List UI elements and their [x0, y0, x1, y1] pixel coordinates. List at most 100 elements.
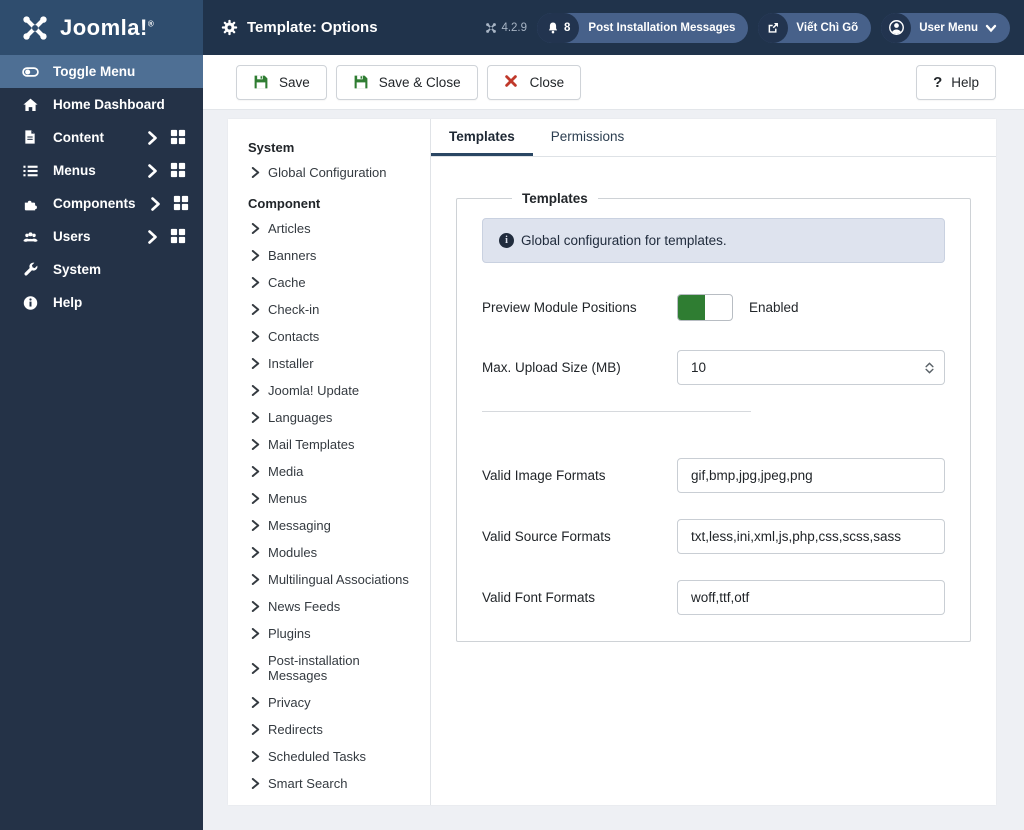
save-button[interactable]: Save — [236, 64, 327, 100]
home-icon — [22, 96, 39, 113]
sidebar-item-toggle-menu[interactable]: Toggle Menu — [0, 55, 203, 88]
tree-item[interactable]: Languages — [246, 407, 418, 428]
valid-font-formats-input[interactable] — [677, 580, 945, 615]
tab-templates[interactable]: Templates — [431, 119, 533, 156]
tree-item[interactable]: Modules — [246, 542, 418, 563]
options-tree: System Global Configuration Component Ar… — [228, 119, 431, 805]
tree-item[interactable]: Privacy — [246, 692, 418, 713]
tree-component-list: Articles Banners Cache Check-in Contacts… — [248, 218, 418, 805]
tree-item[interactable]: Check-in — [246, 299, 418, 320]
tree-item[interactable]: Installer — [246, 353, 418, 374]
tree-item-label: Redirects — [268, 722, 323, 737]
tree-item[interactable]: Plugins — [246, 623, 418, 644]
frontend-preview-button[interactable]: Viết Chì Gõ — [758, 12, 872, 43]
chevron-right-icon[interactable] — [147, 229, 158, 244]
tree-item-label: Contacts — [268, 329, 320, 344]
external-link-icon — [758, 12, 789, 43]
save-close-button[interactable]: Save & Close — [335, 64, 478, 100]
tree-item-label: Mail Templates — [268, 437, 355, 452]
chevron-right-icon — [251, 778, 260, 789]
tree-item[interactable]: Global Configuration — [246, 162, 418, 183]
sidebar-item-users[interactable]: Users — [0, 220, 203, 253]
post-installation-messages-button[interactable]: 8 Post Installation Messages — [537, 12, 749, 43]
tree-item-label: Smart Search — [268, 776, 348, 791]
valid-font-formats-label: Valid Font Formats — [482, 590, 596, 605]
brand-block: Joomla!® — [0, 0, 203, 55]
tree-item[interactable]: Tags — [246, 800, 418, 805]
tree-item-label: Languages — [268, 410, 333, 425]
tree-item[interactable]: Contacts — [246, 326, 418, 347]
tree-item[interactable]: Joomla! Update — [246, 380, 418, 401]
tree-item[interactable]: Redirects — [246, 719, 418, 740]
close-button[interactable]: Close — [486, 64, 582, 100]
tree-item[interactable]: Messaging — [246, 515, 418, 536]
tab-permissions[interactable]: Permissions — [533, 119, 643, 156]
floppy-disk-icon — [353, 74, 370, 91]
tree-item[interactable]: Menus — [246, 488, 418, 509]
sidebar-item-label: Users — [53, 229, 91, 244]
sidebar-item-label: System — [53, 262, 102, 277]
chevron-right-icon[interactable] — [147, 130, 158, 145]
chevron-right-icon — [251, 250, 260, 261]
tree-item[interactable]: Mail Templates — [246, 434, 418, 455]
top-bar: Joomla!® Template: Options 4.2.9 8 Post … — [0, 0, 1024, 55]
main-area: Save Save & Close Close ? Help System Gl… — [203, 55, 1024, 830]
max-upload-size-label: Max. Upload Size (MB) — [482, 360, 621, 375]
tree-item[interactable]: Smart Search — [246, 773, 418, 794]
chevron-right-icon — [251, 662, 260, 674]
sidebar-item-menus[interactable]: Menus — [0, 154, 203, 187]
number-spinner-icon[interactable] — [925, 362, 934, 373]
toggle-state-text: Enabled — [749, 299, 799, 315]
user-menu-button[interactable]: User Menu — [881, 12, 1010, 43]
tree-item-label: Post-installation Messages — [268, 653, 360, 683]
tree-item[interactable]: Banners — [246, 245, 418, 266]
valid-image-formats-input[interactable] — [677, 458, 945, 493]
dashboard-grid-icon[interactable] — [170, 228, 187, 245]
users-icon — [22, 228, 39, 245]
chevron-right-icon — [251, 331, 260, 342]
tree-group-component: Component — [248, 196, 321, 211]
wrench-icon — [22, 261, 39, 278]
chevron-down-icon — [985, 22, 997, 34]
info-alert-text: Global configuration for templates. — [521, 233, 727, 248]
dashboard-grid-icon[interactable] — [170, 162, 187, 179]
tree-item-label: News Feeds — [268, 599, 341, 614]
joomla-mini-icon — [485, 22, 497, 34]
sidebar-item-components[interactable]: Components — [0, 187, 203, 220]
tree-item[interactable]: Multilingual Associations — [246, 569, 418, 590]
file-icon — [22, 129, 39, 146]
tree-item[interactable]: Cache — [246, 272, 418, 293]
tree-item-label: Multilingual Associations — [268, 572, 409, 587]
tree-item-label: Privacy — [268, 695, 311, 710]
tree-item[interactable]: Scheduled Tasks — [246, 746, 418, 767]
chevron-right-icon — [251, 697, 260, 708]
tree-item[interactable]: News Feeds — [246, 596, 418, 617]
question-mark-icon: ? — [933, 73, 943, 91]
chevron-right-icon — [251, 223, 260, 234]
dashboard-grid-icon[interactable] — [173, 195, 190, 212]
joomla-version: 4.2.9 — [485, 22, 527, 34]
chevron-right-icon — [251, 466, 260, 477]
chevron-right-icon[interactable] — [150, 196, 161, 211]
tree-item[interactable]: Post-installation Messages — [246, 650, 418, 686]
dashboard-grid-icon[interactable] — [170, 129, 187, 146]
chevron-right-icon — [251, 358, 260, 369]
help-button[interactable]: ? Help — [916, 64, 996, 100]
tree-item-label: Banners — [268, 248, 317, 263]
sidebar-item-system[interactable]: System — [0, 253, 203, 286]
tree-item-label: Media — [268, 464, 304, 479]
tree-item[interactable]: Media — [246, 461, 418, 482]
max-upload-size-input[interactable] — [677, 350, 945, 385]
sidebar-item-home-dashboard[interactable]: Home Dashboard — [0, 88, 203, 121]
chevron-right-icon — [251, 167, 260, 178]
tree-item-label: Cache — [268, 275, 306, 290]
messages-count: 8 — [564, 21, 571, 34]
sidebar-item-content[interactable]: Content — [0, 121, 203, 154]
preview-module-positions-toggle[interactable] — [677, 293, 733, 321]
chevron-right-icon[interactable] — [147, 163, 158, 178]
sidebar-item-help[interactable]: Help — [0, 286, 203, 319]
tab-bar: Templates Permissions — [431, 119, 996, 157]
content-wrapper: System Global Configuration Component Ar… — [203, 110, 1024, 830]
tree-item[interactable]: Articles — [246, 218, 418, 239]
valid-source-formats-input[interactable] — [677, 519, 945, 554]
